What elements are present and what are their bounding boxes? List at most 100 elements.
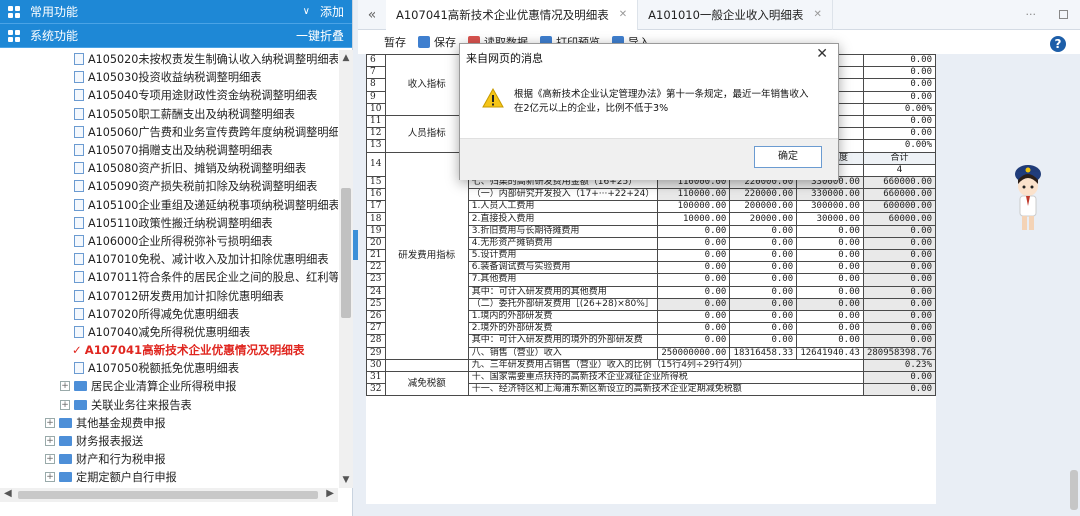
value-cell[interactable]: 0.00	[729, 248, 798, 263]
scroll-thumb[interactable]	[341, 188, 351, 318]
panel-splitter[interactable]	[353, 230, 358, 260]
tab-a107041[interactable]: A107041高新技术企业优惠情况及明细表 ✕	[386, 0, 639, 30]
value-cell[interactable]: 0.00	[862, 127, 936, 141]
tree-item[interactable]: A105090资产损失税前扣除及纳税调整明细表	[0, 177, 338, 195]
maximize-icon[interactable]	[1059, 10, 1068, 19]
value-cell[interactable]: 0.00	[657, 261, 731, 275]
value-cell[interactable]: 20000.00	[729, 212, 798, 226]
value-cell[interactable]: 10000.00	[657, 212, 731, 226]
close-icon[interactable]: ✕	[619, 9, 627, 20]
add-button[interactable]: 添加	[320, 3, 344, 20]
value-cell[interactable]: 0.00%	[862, 139, 936, 153]
value-cell[interactable]: 0.00	[657, 224, 731, 238]
value-cell[interactable]: 0.00	[657, 322, 731, 336]
scroll-thumb[interactable]	[18, 491, 318, 499]
value-cell[interactable]: 0.00	[657, 309, 731, 324]
value-cell[interactable]: 0.00	[729, 224, 798, 238]
value-cell[interactable]: 0.00	[796, 224, 864, 238]
ok-button[interactable]: 确定	[754, 146, 822, 168]
value-cell[interactable]: 200000.00	[729, 200, 798, 214]
value-cell[interactable]: 0.00	[657, 248, 731, 263]
value-cell[interactable]: 100000.00	[657, 200, 731, 214]
value-cell[interactable]: 0.00	[729, 261, 798, 275]
expand-icon[interactable]: +	[60, 399, 70, 410]
value-cell[interactable]: 0.00	[862, 66, 936, 80]
tree-item[interactable]: A105110政策性搬迁纳税调整明细表	[0, 214, 338, 232]
tree-item[interactable]: + 其他基金规费申报	[0, 414, 338, 432]
save-button[interactable]: 保存	[418, 34, 456, 50]
tab-a101010[interactable]: A101010一般企业收入明细表 ✕	[638, 0, 833, 30]
tree-horizontal-scrollbar[interactable]: ◀ ▶	[0, 488, 338, 502]
more-icon[interactable]: ···	[1026, 8, 1037, 21]
value-cell[interactable]: 0.00	[796, 309, 864, 324]
scroll-right-icon[interactable]: ▶	[326, 488, 334, 499]
sheet-scrollbar[interactable]	[1070, 470, 1078, 510]
value-cell[interactable]: 18316458.33	[729, 346, 798, 360]
temp-save-button[interactable]: 暂存	[384, 34, 406, 50]
system-functions-header[interactable]: 系统功能 一键折叠	[0, 24, 352, 48]
value-cell[interactable]: 0.00	[729, 322, 798, 336]
tree-item[interactable]: A105100企业重组及递延纳税事项纳税调整明细表	[0, 196, 338, 214]
value-cell[interactable]: 0.00	[729, 236, 798, 251]
value-cell[interactable]: 0.00	[657, 334, 731, 348]
value-cell[interactable]: 0.00	[796, 236, 864, 251]
value-cell[interactable]: 0.00	[862, 114, 936, 129]
value-cell[interactable]: 12641940.43	[796, 346, 864, 360]
tree-item[interactable]: A105070捐赠支出及纳税调整明细表	[0, 141, 338, 159]
tree-item[interactable]: + 定期定额户自行申报	[0, 468, 338, 486]
value-cell[interactable]: 300000.00	[796, 200, 864, 214]
value-cell[interactable]: 0.00	[796, 248, 864, 263]
value-cell[interactable]: 0.00	[729, 309, 798, 324]
tree-item[interactable]: A107040减免所得税优惠明细表	[0, 323, 338, 341]
value-cell[interactable]: 0.00	[796, 261, 864, 275]
tree-item[interactable]: A107050税额抵免优惠明细表	[0, 359, 338, 377]
tree-item[interactable]: A105030投资收益纳税调整明细表	[0, 68, 338, 86]
scroll-up-icon[interactable]: ▲	[339, 50, 353, 66]
value-cell[interactable]: 0.00	[657, 273, 731, 287]
value-cell[interactable]: 0.00	[657, 236, 731, 251]
expand-icon[interactable]: +	[60, 381, 70, 392]
value-cell[interactable]: 0.00	[862, 90, 936, 104]
value-cell[interactable]: 250000000.00	[657, 346, 731, 360]
tree-vertical-scrollbar[interactable]: ▲ ▼	[339, 50, 353, 488]
tree-item[interactable]: A107010免税、减计收入及加计扣除优惠明细表	[0, 250, 338, 268]
tree-item[interactable]: A106000企业所得税弥补亏损明细表	[0, 232, 338, 250]
tree-item[interactable]: A105040专项用途财政性资金纳税调整明细表	[0, 86, 338, 104]
help-icon[interactable]: ?	[1050, 36, 1066, 52]
value-cell[interactable]: 0.00	[862, 54, 936, 68]
value-cell[interactable]: 0.00	[729, 285, 798, 299]
tree-item[interactable]: A107011符合条件的居民企业之间的股息、红利等权益性	[0, 268, 338, 286]
value-cell[interactable]: 0.00	[796, 334, 864, 348]
tree-item[interactable]: A105020未按权责发生制确认收入纳税调整明细表	[0, 50, 338, 68]
expand-icon[interactable]: +	[45, 472, 55, 483]
tree-item[interactable]: A105050职工薪酬支出及纳税调整明细表	[0, 105, 338, 123]
common-functions-header[interactable]: 常用功能 ∨ 添加	[0, 0, 352, 24]
tree-item[interactable]: + 关联业务往来报告表	[0, 396, 338, 414]
expand-icon[interactable]: +	[45, 417, 55, 428]
scroll-left-icon[interactable]: ◀	[4, 488, 12, 499]
tree-item[interactable]: A107012研发费用加计扣除优惠明细表	[0, 286, 338, 304]
assistant-mascot-icon[interactable]	[1010, 162, 1046, 234]
value-cell[interactable]: 30000.00	[796, 212, 864, 226]
value-cell[interactable]: 0.00	[729, 334, 798, 348]
tree-item[interactable]: + 居民企业清算企业所得税申报	[0, 377, 338, 395]
value-cell[interactable]: 0.00	[729, 273, 798, 287]
tree-item[interactable]: + 财务报表报送	[0, 432, 338, 450]
collapse-all-button[interactable]: 一键折叠	[296, 27, 344, 44]
tree-item[interactable]: + 财产和行为税申报	[0, 450, 338, 468]
tree-item[interactable]: ✓ A107041高新技术企业优惠情况及明细表	[0, 341, 338, 359]
chevron-down-icon[interactable]: ∨	[303, 6, 310, 17]
tabs-back-icon[interactable]: «	[358, 7, 386, 23]
value-cell[interactable]: 0.00	[862, 78, 936, 92]
tree-item[interactable]: A105060广告费和业务宣传费跨年度纳税调整明细表	[0, 123, 338, 141]
tree-item[interactable]: A105080资产折旧、摊销及纳税调整明细表	[0, 159, 338, 177]
close-icon[interactable]: ✕	[813, 9, 821, 20]
value-cell[interactable]: 0.00	[796, 322, 864, 336]
expand-icon[interactable]: +	[45, 454, 55, 465]
value-cell[interactable]: 0.00	[796, 285, 864, 299]
scroll-down-icon[interactable]: ▼	[339, 472, 353, 488]
close-icon[interactable]: ✕	[816, 46, 828, 62]
expand-icon[interactable]: +	[45, 436, 55, 447]
tree-item[interactable]: A107020所得减免优惠明细表	[0, 305, 338, 323]
value-cell[interactable]: 0.00	[657, 285, 731, 299]
